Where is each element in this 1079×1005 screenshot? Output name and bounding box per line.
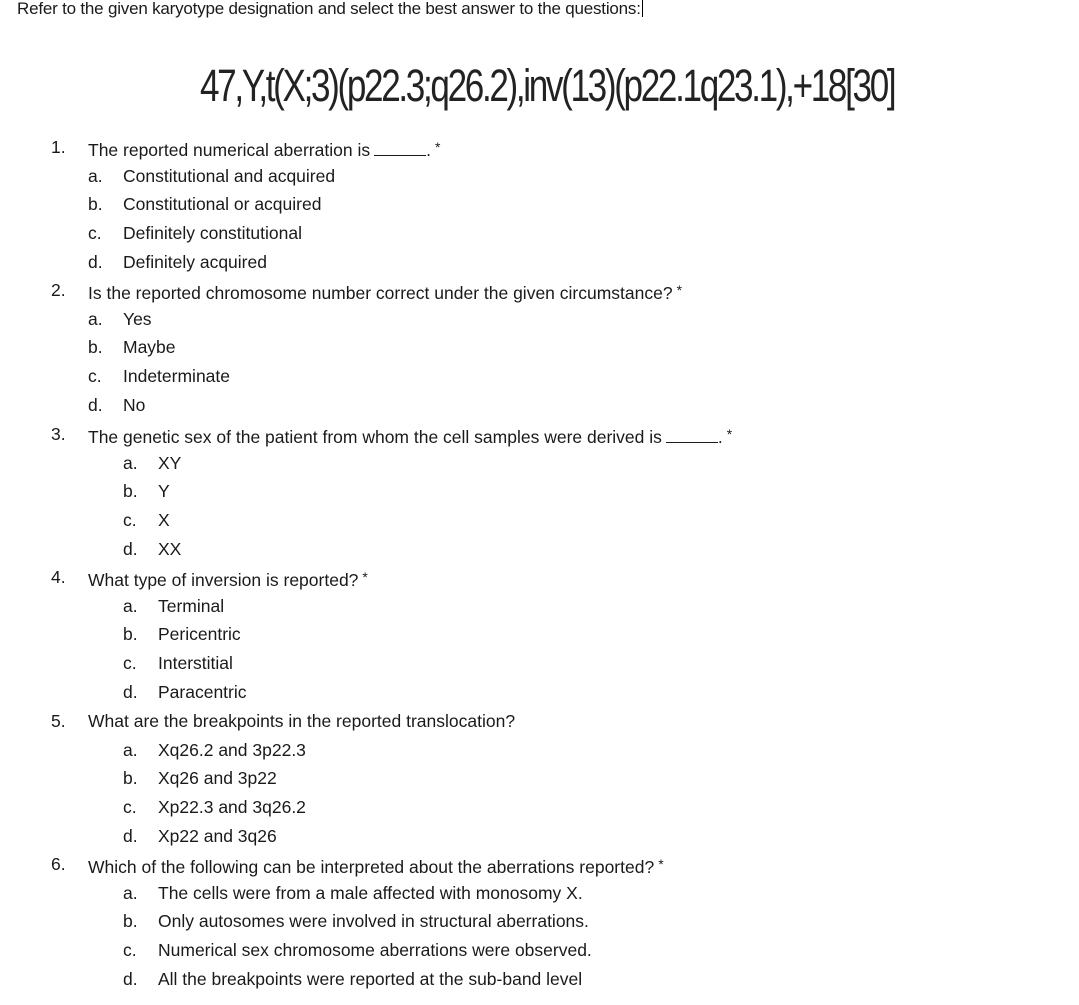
option-text: XY bbox=[158, 452, 182, 473]
instructions-label: Refer to the given karyotype designation… bbox=[17, 0, 641, 18]
option-letter: d. bbox=[123, 681, 138, 702]
question-text: What are the breakpoints in the reported… bbox=[88, 711, 516, 731]
option-letter: a. bbox=[88, 165, 103, 186]
question-text-line: The reported numerical aberration is. * bbox=[88, 133, 440, 165]
option-letter: a. bbox=[123, 882, 138, 903]
option-letter: c. bbox=[123, 653, 137, 674]
option-letter: c. bbox=[123, 510, 137, 531]
question-number: 5. bbox=[51, 711, 66, 731]
option-text: Xp22 and 3q26 bbox=[158, 825, 277, 846]
required-asterisk-icon: * bbox=[676, 282, 683, 298]
option-text: All the breakpoints were reported at the… bbox=[158, 968, 583, 989]
question-text-line: Which of the following can be interprete… bbox=[88, 850, 664, 882]
option-text: Only autosomes were involved in structur… bbox=[158, 911, 589, 932]
period: . bbox=[426, 140, 431, 160]
instructions-text[interactable]: Refer to the given karyotype designation… bbox=[17, 0, 643, 20]
question-text: The genetic sex of the patient from whom… bbox=[88, 427, 662, 447]
option-text: Constitutional or acquired bbox=[123, 194, 322, 215]
option-text: Numerical sex chromosome aberrations wer… bbox=[158, 940, 592, 961]
required-asterisk-icon: * bbox=[658, 856, 664, 872]
option-text: Indeterminate bbox=[123, 366, 231, 387]
text-cursor bbox=[641, 0, 643, 17]
option-letter: a. bbox=[123, 595, 138, 616]
required-asterisk-icon: * bbox=[726, 426, 733, 442]
option-letter: d. bbox=[123, 825, 138, 846]
answer-blank bbox=[665, 428, 718, 443]
option-text: Terminal bbox=[158, 595, 225, 616]
option-text: The cells were from a male affected with… bbox=[158, 882, 583, 903]
option-letter: c. bbox=[88, 366, 102, 387]
option-letter: b. bbox=[88, 194, 103, 215]
option-text: Constitutional and acquired bbox=[123, 165, 336, 186]
option-letter: b. bbox=[88, 337, 103, 358]
option-letter: b. bbox=[123, 911, 138, 932]
answer-blank bbox=[374, 141, 427, 156]
option-letter: a. bbox=[123, 452, 138, 473]
question-number: 4. bbox=[51, 567, 66, 587]
karyotype-designation: 47,Y,t(X;3)(p22.3;q26.2),inv(13)(p22.1q2… bbox=[200, 60, 897, 111]
question-text: Which of the following can be interprete… bbox=[88, 857, 655, 877]
option-letter: c. bbox=[123, 797, 137, 818]
option-text: Interstitial bbox=[158, 653, 233, 674]
option-letter: d. bbox=[123, 538, 138, 559]
option-text: Pericentric bbox=[158, 624, 241, 645]
option-letter: d. bbox=[123, 968, 138, 989]
question-text-line: What are the breakpoints in the reported… bbox=[88, 707, 515, 736]
option-letter: b. bbox=[123, 481, 138, 502]
question-text: The reported numerical aberration is bbox=[88, 140, 371, 160]
option-text: Xq26.2 and 3p22.3 bbox=[158, 739, 306, 760]
option-text: Yes bbox=[123, 308, 152, 329]
period: . bbox=[717, 427, 723, 447]
option-text: Xq26 and 3p22 bbox=[158, 768, 277, 789]
option-text: Definitely constitutional bbox=[123, 223, 302, 244]
option-letter: c. bbox=[88, 223, 102, 244]
option-text: Y bbox=[158, 481, 170, 502]
option-text: X bbox=[158, 510, 170, 531]
question-number: 6. bbox=[51, 854, 66, 874]
option-text: XX bbox=[158, 538, 182, 559]
question-text-line: What type of inversion is reported? * bbox=[88, 563, 368, 595]
option-text: Paracentric bbox=[158, 681, 247, 702]
option-letter: d. bbox=[88, 251, 103, 272]
option-letter: a. bbox=[88, 308, 103, 329]
required-asterisk-icon: * bbox=[362, 569, 368, 585]
option-letter: d. bbox=[88, 394, 103, 415]
question-number: 1. bbox=[51, 137, 66, 157]
option-letter: b. bbox=[123, 624, 138, 645]
question-number: 3. bbox=[51, 424, 66, 444]
question-number: 2. bbox=[51, 280, 66, 300]
option-text: Maybe bbox=[123, 337, 176, 358]
option-letter: a. bbox=[123, 739, 138, 760]
required-asterisk-icon: * bbox=[434, 139, 441, 155]
option-text: No bbox=[123, 394, 146, 415]
question-text: What type of inversion is reported? bbox=[88, 570, 359, 590]
option-text: Definitely acquired bbox=[123, 251, 267, 272]
question-text: Is the reported chromosome number correc… bbox=[88, 283, 673, 303]
option-letter: b. bbox=[123, 768, 138, 789]
question-text-line: Is the reported chromosome number correc… bbox=[88, 276, 682, 308]
question-text-line: The genetic sex of the patient from whom… bbox=[88, 420, 732, 452]
option-letter: c. bbox=[123, 940, 137, 961]
option-text: Xp22.3 and 3q26.2 bbox=[158, 797, 306, 818]
